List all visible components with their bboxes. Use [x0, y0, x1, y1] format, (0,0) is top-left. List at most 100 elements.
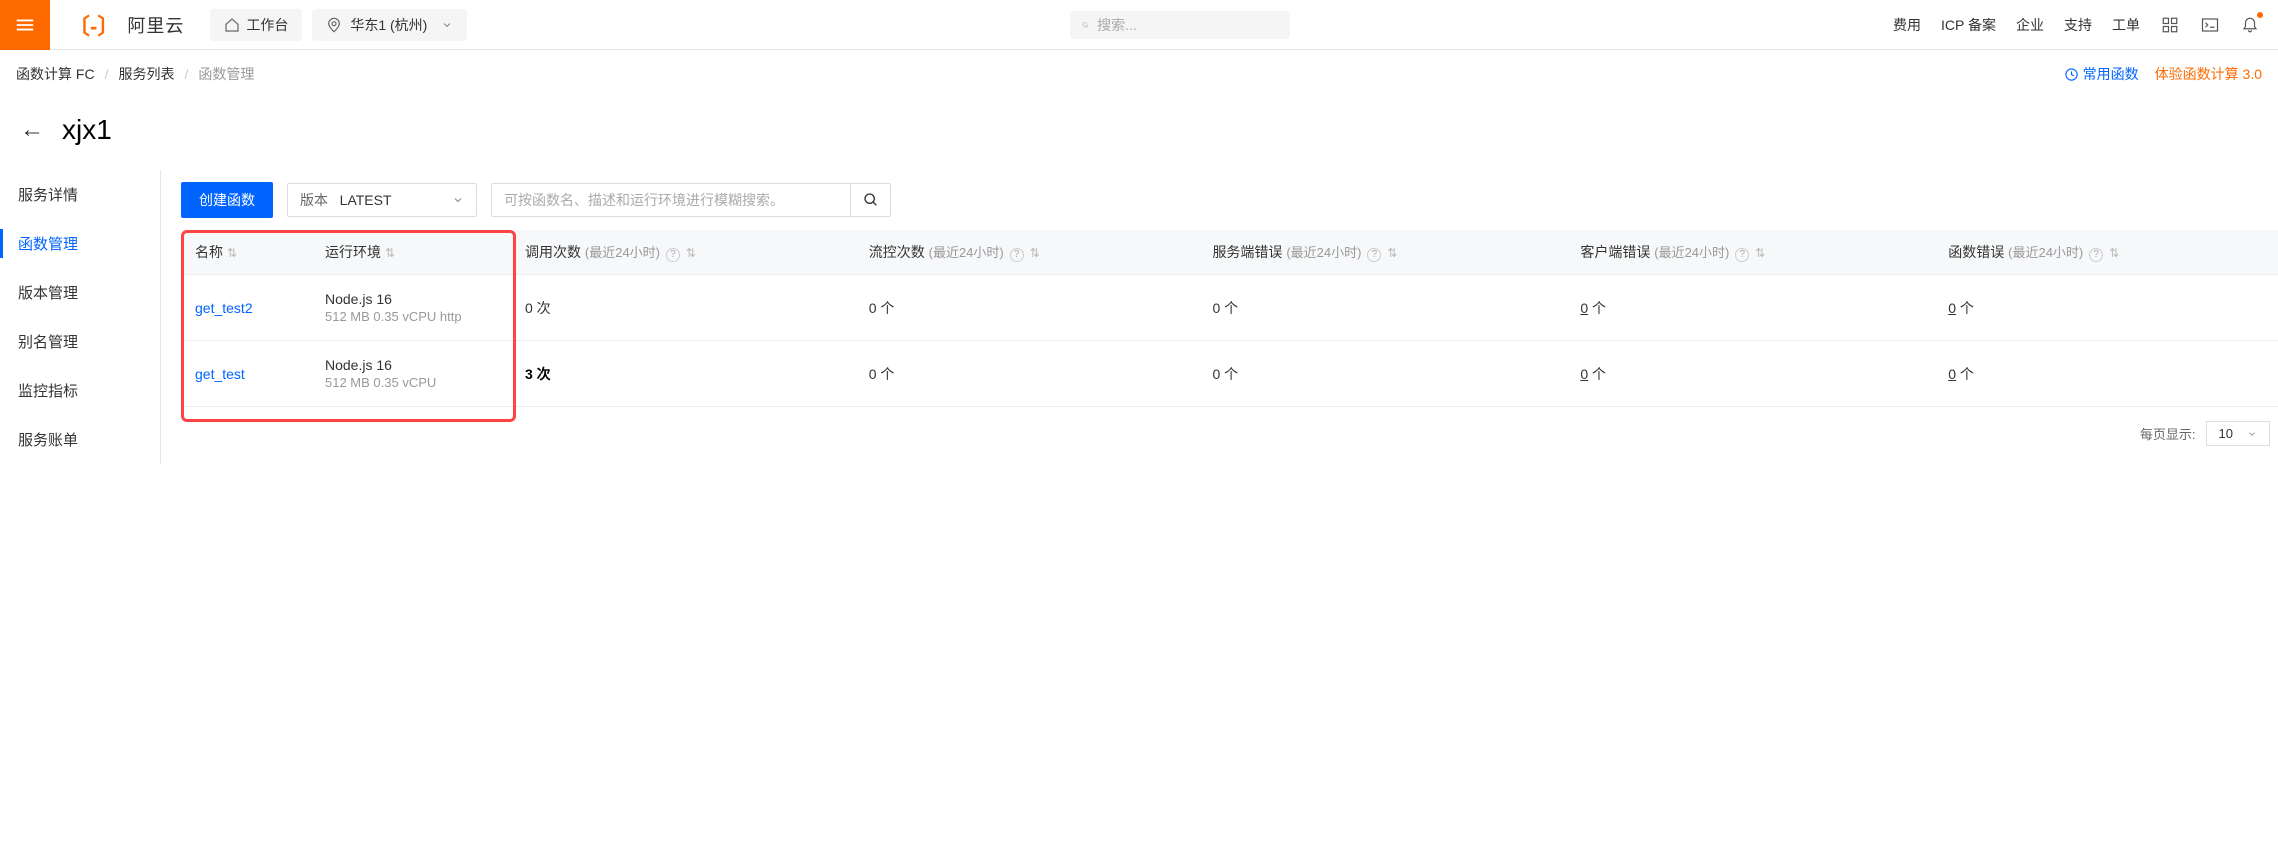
sort-icon: ⇅ [1030, 246, 1040, 260]
client-errors-cell: 0 个 [1566, 275, 1934, 341]
version-selector[interactable]: 版本 LATEST [287, 183, 477, 217]
nav-icp[interactable]: ICP 备案 [1941, 15, 1996, 35]
region-label: 华东1 (杭州) [350, 15, 427, 35]
function-search-button[interactable] [850, 184, 890, 216]
sort-icon: ⇅ [1755, 246, 1765, 260]
breadcrumb-right: 常用函数 体验函数计算 3.0 [2064, 64, 2262, 84]
hamburger-menu[interactable] [0, 0, 50, 50]
runtime-sub: 512 MB 0.35 vCPU [325, 375, 497, 390]
function-search-input[interactable] [492, 184, 850, 216]
global-search-input[interactable] [1097, 17, 1278, 33]
logo-text: 阿里云 [127, 12, 184, 38]
func-errors-cell: 0 个 [1934, 275, 2278, 341]
sort-icon: ⇅ [686, 246, 696, 260]
workspace-label: 工作台 [246, 15, 288, 35]
sort-icon: ⇅ [2109, 246, 2119, 260]
top-right-nav: 费用 ICP 备案 企业 支持 工单 [1893, 15, 2278, 35]
global-search[interactable] [1070, 11, 1290, 39]
server-errors-cell: 0 个 [1198, 275, 1566, 341]
runtime-cell: Node.js 16 512 MB 0.35 vCPU http [311, 275, 511, 341]
logo[interactable]: 〔-〕 阿里云 [50, 9, 202, 41]
version-value: LATEST [340, 192, 392, 208]
sidebar-item-billing[interactable]: 服务账单 [0, 415, 160, 464]
function-name-link[interactable]: get_test2 [195, 300, 253, 316]
help-icon[interactable]: ? [2089, 248, 2103, 262]
function-search [491, 183, 891, 217]
function-name-link[interactable]: get_test [195, 366, 245, 382]
client-errors-link[interactable]: 0 [1580, 366, 1588, 382]
clock-icon [2064, 67, 2079, 82]
terminal-icon-button[interactable] [2200, 15, 2220, 35]
page-size-label: 每页显示: [2140, 424, 2196, 443]
nav-billing[interactable]: 费用 [1893, 15, 1921, 35]
func-errors-cell: 0 个 [1934, 341, 2278, 407]
terminal-icon [2201, 16, 2219, 34]
sidebar-item-function-mgmt[interactable]: 函数管理 [0, 219, 160, 268]
th-client-errors[interactable]: 客户端错误 (最近24小时) ?⇅ [1566, 230, 1934, 275]
logo-bracket-icon: 〔-〕 [68, 9, 119, 41]
back-button[interactable]: ← [20, 116, 44, 144]
th-throttled[interactable]: 流控次数 (最近24小时) ?⇅ [855, 230, 1199, 275]
workspace-button[interactable]: 工作台 [210, 9, 302, 41]
help-icon[interactable]: ? [1735, 248, 1749, 262]
notification-dot [2257, 12, 2263, 18]
try-fc3-link[interactable]: 体验函数计算 3.0 [2155, 64, 2262, 84]
nav-support[interactable]: 支持 [2064, 15, 2092, 35]
breadcrumb-fc[interactable]: 函数计算 FC [16, 64, 95, 84]
chevron-down-icon [2247, 429, 2257, 439]
notification-icon-button[interactable] [2240, 15, 2260, 35]
home-icon [224, 17, 240, 33]
sidebar-item-version-mgmt[interactable]: 版本管理 [0, 268, 160, 317]
sort-icon: ⇅ [1387, 246, 1397, 260]
content-area: 创建函数 版本 LATEST 名称⇅ 运行环境 [160, 170, 2278, 464]
sidebar-item-service-detail[interactable]: 服务详情 [0, 170, 160, 219]
sidebar-item-monitor[interactable]: 监控指标 [0, 366, 160, 415]
create-function-button[interactable]: 创建函数 [181, 182, 273, 218]
page-size-value: 10 [2219, 426, 2233, 441]
help-icon[interactable]: ? [1367, 248, 1381, 262]
th-runtime[interactable]: 运行环境⇅ [311, 230, 511, 275]
sidebar: 服务详情 函数管理 版本管理 别名管理 监控指标 服务账单 [0, 170, 160, 464]
th-name[interactable]: 名称⇅ [181, 230, 311, 275]
client-errors-link[interactable]: 0 [1580, 300, 1588, 316]
chevron-down-icon [441, 19, 453, 31]
th-invocations[interactable]: 调用次数 (最近24小时) ?⇅ [511, 230, 855, 275]
invocations-cell: 3 次 [511, 341, 855, 407]
breadcrumb: 函数计算 FC / 服务列表 / 函数管理 [16, 64, 254, 84]
location-icon [326, 17, 342, 33]
help-icon[interactable]: ? [666, 248, 680, 262]
breadcrumb-sep: / [184, 66, 188, 82]
page-size-selector[interactable]: 10 [2206, 421, 2270, 446]
search-icon [863, 192, 879, 208]
client-errors-cell: 0 个 [1566, 341, 1934, 407]
runtime-main: Node.js 16 [325, 357, 497, 373]
breadcrumb-services[interactable]: 服务列表 [118, 64, 174, 84]
common-functions-label: 常用函数 [2083, 64, 2139, 84]
sidebar-item-alias-mgmt[interactable]: 别名管理 [0, 317, 160, 366]
sort-icon: ⇅ [227, 246, 237, 260]
func-errors-link[interactable]: 0 [1948, 366, 1956, 382]
nav-enterprise[interactable]: 企业 [2016, 15, 2044, 35]
breadcrumb-sep: / [105, 66, 109, 82]
page-title-row: ← xjx1 [0, 98, 2278, 170]
th-func-errors[interactable]: 函数错误 (最近24小时) ?⇅ [1934, 230, 2278, 275]
throttled-cell: 0 个 [855, 275, 1199, 341]
region-selector[interactable]: 华东1 (杭州) [312, 9, 467, 41]
version-label: 版本 [300, 192, 328, 208]
th-server-errors[interactable]: 服务端错误 (最近24小时) ?⇅ [1198, 230, 1566, 275]
search-wrap [467, 11, 1893, 39]
common-functions-link[interactable]: 常用函数 [2064, 64, 2139, 84]
help-icon[interactable]: ? [1010, 248, 1024, 262]
app-icon[interactable] [2160, 15, 2180, 35]
invocations-cell: 0 次 [511, 275, 855, 341]
runtime-main: Node.js 16 [325, 291, 497, 307]
nav-ticket[interactable]: 工单 [2112, 15, 2140, 35]
runtime-sub: 512 MB 0.35 vCPU http [325, 309, 497, 324]
func-errors-link[interactable]: 0 [1948, 300, 1956, 316]
search-icon [1082, 17, 1089, 33]
throttled-cell: 0 个 [855, 341, 1199, 407]
page-title: xjx1 [62, 114, 112, 146]
table-row: get_test2 Node.js 16 512 MB 0.35 vCPU ht… [181, 275, 2278, 341]
table-wrap: 名称⇅ 运行环境⇅ 调用次数 (最近24小时) ?⇅ 流控次数 (最近24小时)… [181, 230, 2278, 407]
hamburger-icon [14, 14, 36, 36]
